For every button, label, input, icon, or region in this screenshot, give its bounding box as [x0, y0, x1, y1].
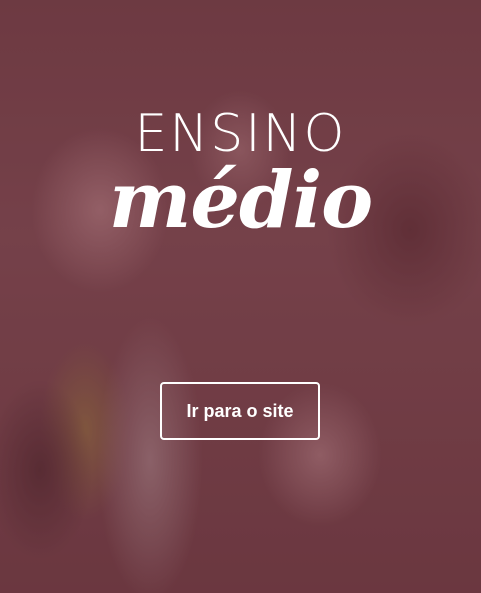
- go-to-site-button[interactable]: Ir para o site: [160, 382, 320, 440]
- banner-title-ensino: ENSINO: [134, 104, 347, 164]
- photo-overlay: [0, 0, 481, 593]
- ensino-medio-banner: ENSINO médio Ir para o site: [0, 0, 481, 593]
- banner-title-medio: médio: [108, 155, 373, 246]
